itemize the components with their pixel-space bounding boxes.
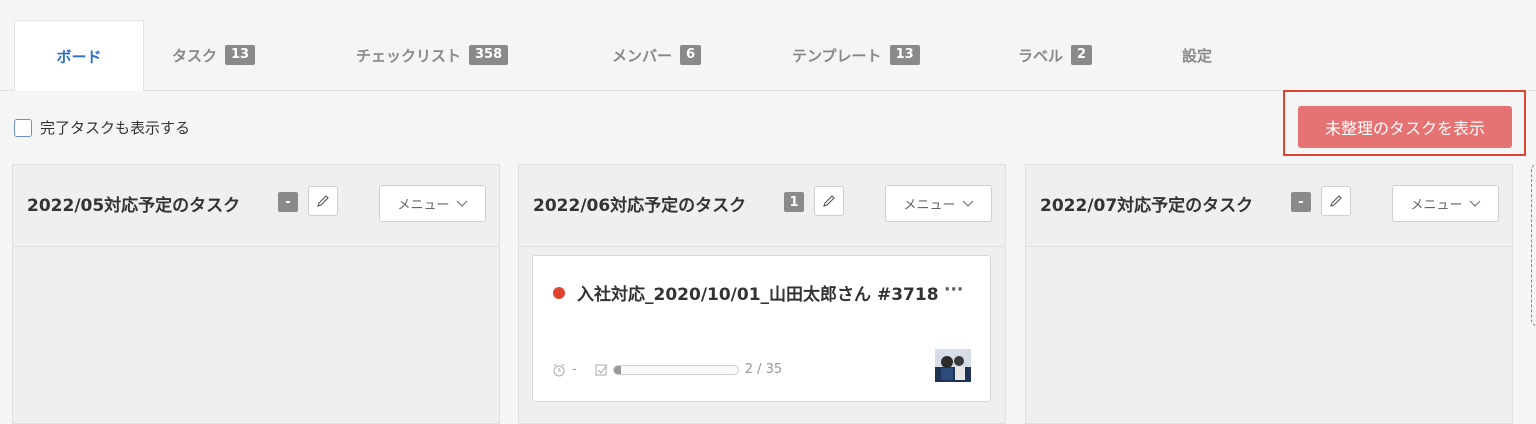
column-menu-button[interactable]: メニュー [379,185,486,222]
pencil-icon [1330,195,1342,207]
column-header: 2022/06対応予定のタスク 1 メニュー [519,165,1005,247]
column-count-badge: - [1291,192,1311,212]
edit-column-button[interactable] [1321,186,1351,216]
column-title: 2022/07対応予定のタスク [1040,196,1254,216]
tab-members[interactable]: メンバー 6 [612,20,702,90]
tab-settings[interactable]: 設定 [1182,20,1212,90]
task-meta: - 2 / 35 [552,362,782,377]
board-column: 2022/05対応予定のタスク - メニュー [12,164,500,424]
show-completed-filter[interactable]: 完了タスクも表示する [14,117,190,138]
tab-bar: ボード タスク 13 チェックリスト 358 メンバー 6 テンプレート 13 … [0,0,1536,91]
progress-fill [613,365,621,374]
tab-labels[interactable]: ラベル 2 [1018,20,1093,90]
tab-label: メンバー [612,46,673,65]
tab-templates[interactable]: テンプレート 13 [792,20,920,90]
new-column-dropzone[interactable] [1531,164,1536,326]
tab-label: チェックリスト [356,46,462,65]
checklist-progress-text: 2 / 35 [744,362,783,377]
chevron-down-icon [1469,200,1480,207]
menu-label: メニュー [397,198,450,213]
show-completed-checkbox[interactable] [14,118,32,137]
column-count-badge: 1 [784,192,804,212]
tab-label: ラベル [1018,46,1064,65]
tab-count-badge: 6 [680,45,702,65]
board-column: 2022/07対応予定のタスク - メニュー [1025,164,1513,424]
edit-column-button[interactable] [814,186,844,216]
tab-count-badge: 13 [225,45,256,65]
column-title: 2022/05対応予定のタスク [27,196,241,216]
chevron-down-icon [962,200,973,207]
column-menu-button[interactable]: メニュー [885,185,992,222]
chevron-down-icon [456,200,467,207]
pencil-icon [317,195,329,207]
column-count-badge: - [278,192,298,212]
tab-count-badge: 13 [889,45,920,65]
label-color-dot [553,287,565,299]
task-card[interactable]: 入社対応_2020/10/01_山田太郎さん #3718 ··· - 2 / 3… [532,255,991,402]
alarm-clock-icon [553,363,565,376]
tab-label: テンプレート [792,46,882,65]
pencil-icon [823,195,835,207]
show-completed-label: 完了タスクも表示する [40,119,191,137]
column-title: 2022/06対応予定のタスク [533,196,747,216]
show-unsorted-tasks-button[interactable]: 未整理のタスクを表示 [1298,106,1512,148]
task-title[interactable]: 入社対応_2020/10/01_山田太郎さん #3718 [577,280,957,310]
tab-board[interactable]: ボード [14,20,144,91]
board-column: 2022/06対応予定のタスク 1 メニュー 入社対応_2020/10/01_山… [518,164,1006,424]
due-date: - [572,362,577,377]
tab-label: 設定 [1182,46,1213,65]
assignee-avatar[interactable] [935,349,971,382]
tab-label: ボード [56,47,102,66]
tab-count-badge: 2 [1071,45,1093,65]
menu-label: メニュー [903,198,956,213]
column-menu-button[interactable]: メニュー [1392,185,1499,222]
tab-label: タスク [172,46,218,65]
column-header: 2022/05対応予定のタスク - メニュー [13,165,499,247]
tab-checklists[interactable]: チェックリスト 358 [356,20,509,90]
tab-tasks[interactable]: タスク 13 [172,20,256,90]
tab-count-badge: 358 [469,45,509,65]
menu-label: メニュー [1410,198,1463,213]
checklist-progress-bar [612,364,739,375]
edit-column-button[interactable] [308,186,338,216]
more-options-icon[interactable]: ··· [944,280,963,300]
checkbox-icon [595,364,608,375]
column-header: 2022/07対応予定のタスク - メニュー [1026,165,1512,247]
